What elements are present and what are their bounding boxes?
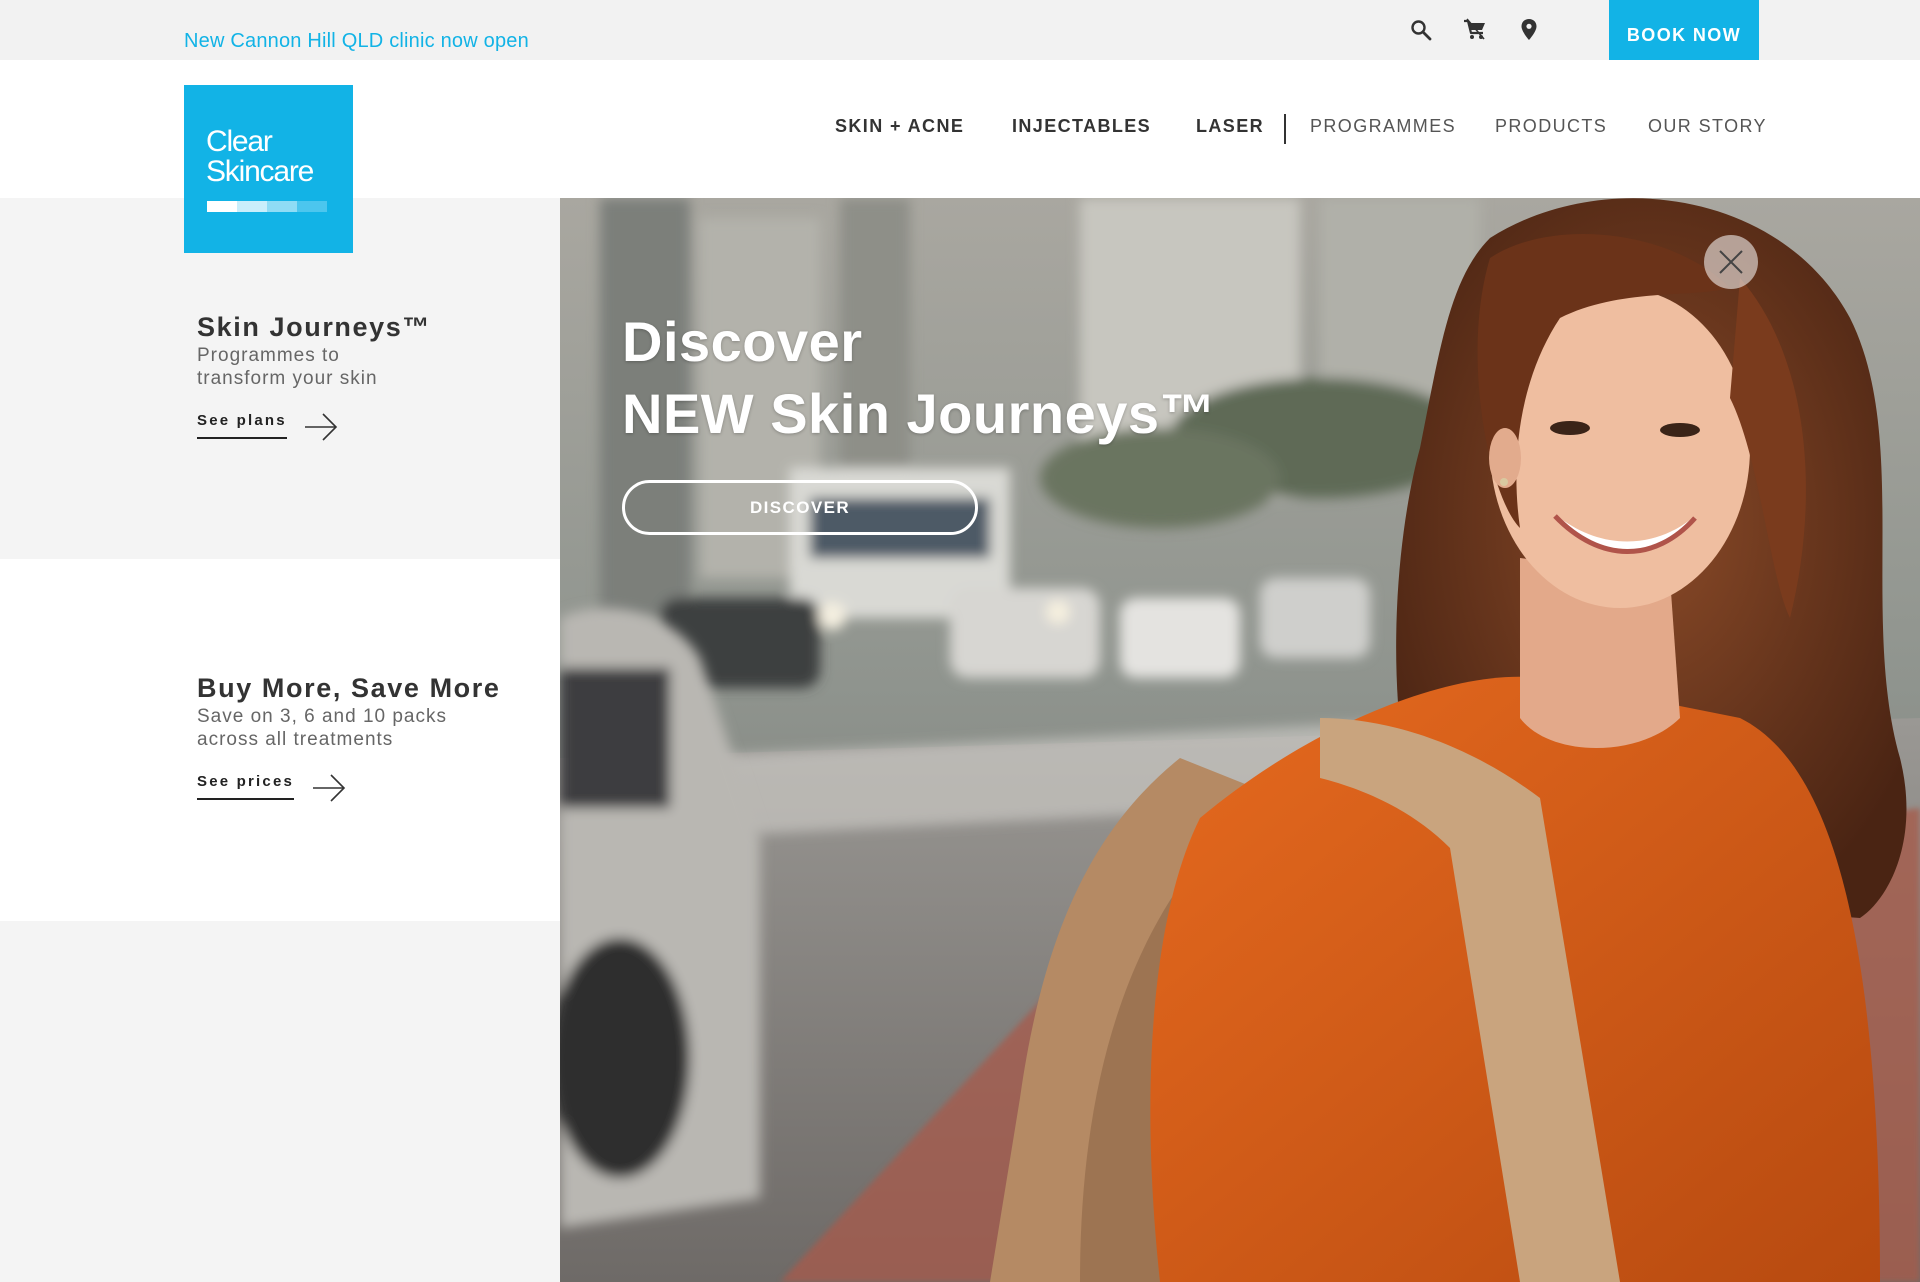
- logo-color-bars: [207, 201, 327, 212]
- nav-item-laser[interactable]: LASER: [1196, 116, 1264, 137]
- logo-wordmark: Clear Skincare: [206, 125, 314, 188]
- nav-item-our-story[interactable]: OUR STORY: [1648, 116, 1767, 137]
- utility-icons: [1405, 14, 1545, 46]
- nav-divider: [1284, 114, 1286, 144]
- empty-panel: [0, 921, 560, 1282]
- discover-button[interactable]: DISCOVER: [622, 480, 978, 535]
- arrow-right-icon[interactable]: [304, 412, 338, 442]
- arrow-right-icon[interactable]: [312, 773, 346, 803]
- nav-item-programmes[interactable]: PROGRAMMES: [1310, 116, 1456, 137]
- utility-bar: New Cannon Hill QLD clinic now open BOOK…: [0, 0, 1920, 71]
- promo-subtitle: Programmes to transform your skin: [197, 345, 378, 389]
- search-icon[interactable]: [1405, 14, 1437, 46]
- announcement-link[interactable]: New Cannon Hill QLD clinic now open: [184, 30, 529, 53]
- see-plans-link[interactable]: See plans: [197, 412, 287, 439]
- close-icon[interactable]: [1704, 235, 1758, 289]
- logo-bar: [237, 201, 267, 212]
- logo-bar: [207, 201, 237, 212]
- logo-bar: [267, 201, 297, 212]
- promo-title: Buy More, Save More: [197, 673, 501, 703]
- brand-logo[interactable]: Clear Skincare: [184, 85, 353, 253]
- location-pin-icon[interactable]: [1513, 14, 1545, 46]
- nav-item-products[interactable]: PRODUCTS: [1495, 116, 1607, 137]
- promo-buy-more: Buy More, Save More Save on 3, 6 and 10 …: [0, 559, 560, 921]
- logo-bar: [297, 201, 327, 212]
- cart-icon[interactable]: [1459, 14, 1491, 46]
- nav-item-injectables[interactable]: INJECTABLES: [1012, 116, 1151, 137]
- see-prices-link[interactable]: See prices: [197, 773, 295, 800]
- hero-title: Discover NEW Skin Journeys™: [622, 310, 1217, 445]
- nav-item-skin-acne[interactable]: SKIN + ACNE: [835, 116, 964, 137]
- promo-title: Skin Journeys™: [197, 312, 431, 342]
- promo-subtitle: Save on 3, 6 and 10 packs across all tre…: [197, 706, 447, 750]
- hero-banner: Discover NEW Skin Journeys™ DISCOVER: [560, 198, 1920, 1282]
